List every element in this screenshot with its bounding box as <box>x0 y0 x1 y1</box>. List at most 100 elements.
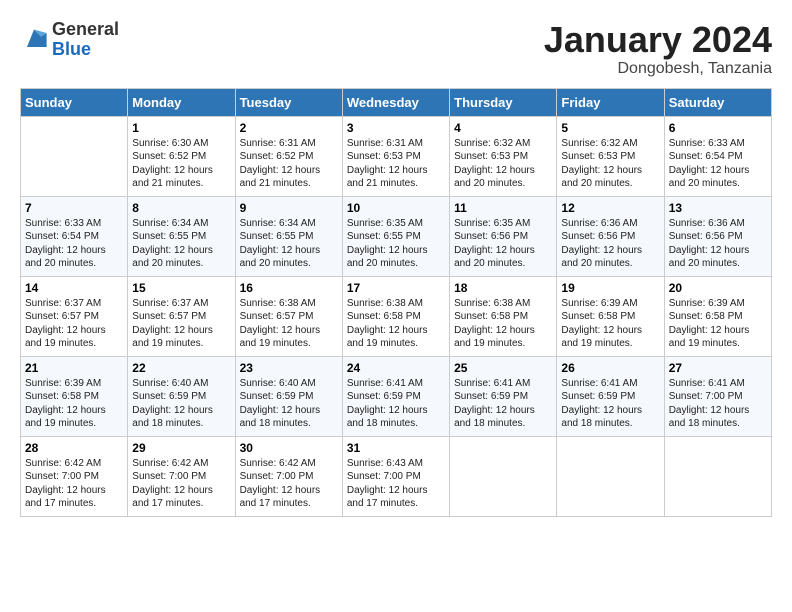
day-info: Sunrise: 6:41 AM Sunset: 6:59 PM Dayligh… <box>347 377 445 431</box>
day-number: 5 <box>561 121 659 135</box>
day-number: 10 <box>347 201 445 215</box>
header-day-monday: Monday <box>128 88 235 116</box>
week-row-3: 14Sunrise: 6:37 AM Sunset: 6:57 PM Dayli… <box>21 276 772 356</box>
day-info: Sunrise: 6:33 AM Sunset: 6:54 PM Dayligh… <box>669 137 767 191</box>
calendar-cell <box>450 436 557 516</box>
day-info: Sunrise: 6:34 AM Sunset: 6:55 PM Dayligh… <box>132 217 230 271</box>
day-info: Sunrise: 6:31 AM Sunset: 6:52 PM Dayligh… <box>240 137 338 191</box>
calendar-cell: 28Sunrise: 6:42 AM Sunset: 7:00 PM Dayli… <box>21 436 128 516</box>
day-number: 31 <box>347 441 445 455</box>
day-info: Sunrise: 6:40 AM Sunset: 6:59 PM Dayligh… <box>240 377 338 431</box>
week-row-4: 21 Sunrise: 6:39 AM Sunset: 6:58 PM Dayli… <box>21 356 772 436</box>
calendar-cell: 19 Sunrise: 6:39 AM Sunset: 6:58 PM Dayli… <box>557 276 664 356</box>
day-info: Sunrise: 6:42 AM Sunset: 7:00 PM Dayligh… <box>132 457 230 511</box>
calendar-cell: 25Sunrise: 6:41 AM Sunset: 6:59 PM Dayli… <box>450 356 557 436</box>
day-info: Sunrise: 6:34 AM Sunset: 6:55 PM Dayligh… <box>240 217 338 271</box>
day-info: Sunrise: 6:40 AM Sunset: 6:59 PM Dayligh… <box>132 377 230 431</box>
calendar-body: 1 Sunrise: 6:30 AM Sunset: 6:52 PM Daylig… <box>21 116 772 516</box>
day-info: Sunrise: 6:36 AM Sunset: 6:56 PM Dayligh… <box>561 217 659 271</box>
day-number: 7 <box>25 201 123 215</box>
day-number: 20 <box>669 281 767 295</box>
calendar-cell: 22 Sunrise: 6:40 AM Sunset: 6:59 PM Dayli… <box>128 356 235 436</box>
calendar-cell: 14Sunrise: 6:37 AM Sunset: 6:57 PM Dayli… <box>21 276 128 356</box>
header-row: SundayMondayTuesdayWednesdayThursdayFrid… <box>21 88 772 116</box>
calendar-cell: 9 Sunrise: 6:34 AM Sunset: 6:55 PM Daylig… <box>235 196 342 276</box>
day-number: 21 <box>25 361 123 375</box>
calendar-cell: 4 Sunrise: 6:32 AM Sunset: 6:53 PM Daylig… <box>450 116 557 196</box>
calendar-cell: 15 Sunrise: 6:37 AM Sunset: 6:57 PM Dayli… <box>128 276 235 356</box>
day-number: 19 <box>561 281 659 295</box>
day-number: 27 <box>669 361 767 375</box>
day-number: 29 <box>132 441 230 455</box>
header-day-wednesday: Wednesday <box>342 88 449 116</box>
day-number: 26 <box>561 361 659 375</box>
page-header: General Blue January 2024 Dongobesh, Tan… <box>20 20 772 78</box>
day-number: 6 <box>669 121 767 135</box>
calendar-cell: 1 Sunrise: 6:30 AM Sunset: 6:52 PM Daylig… <box>128 116 235 196</box>
calendar-cell: 26 Sunrise: 6:41 AM Sunset: 6:59 PM Dayli… <box>557 356 664 436</box>
logo-text: General Blue <box>52 20 119 60</box>
logo-icon <box>20 26 48 54</box>
day-number: 13 <box>669 201 767 215</box>
logo-blue: Blue <box>52 40 119 60</box>
day-number: 1 <box>132 121 230 135</box>
calendar-table: SundayMondayTuesdayWednesdayThursdayFrid… <box>20 88 772 517</box>
day-info: Sunrise: 6:39 AM Sunset: 6:58 PM Dayligh… <box>25 377 123 431</box>
day-number: 16 <box>240 281 338 295</box>
day-number: 28 <box>25 441 123 455</box>
calendar-cell: 31 Sunrise: 6:43 AM Sunset: 7:00 PM Dayli… <box>342 436 449 516</box>
logo-general: General <box>52 20 119 40</box>
calendar-cell: 21 Sunrise: 6:39 AM Sunset: 6:58 PM Dayli… <box>21 356 128 436</box>
day-info: Sunrise: 6:35 AM Sunset: 6:55 PM Dayligh… <box>347 217 445 271</box>
calendar-cell: 27Sunrise: 6:41 AM Sunset: 7:00 PM Dayli… <box>664 356 771 436</box>
calendar-header: SundayMondayTuesdayWednesdayThursdayFrid… <box>21 88 772 116</box>
day-number: 9 <box>240 201 338 215</box>
calendar-cell: 16 Sunrise: 6:38 AM Sunset: 6:57 PM Dayli… <box>235 276 342 356</box>
calendar-cell: 2Sunrise: 6:31 AM Sunset: 6:52 PM Daylig… <box>235 116 342 196</box>
day-number: 11 <box>454 201 552 215</box>
day-number: 8 <box>132 201 230 215</box>
day-info: Sunrise: 6:32 AM Sunset: 6:53 PM Dayligh… <box>454 137 552 191</box>
calendar-cell: 13 Sunrise: 6:36 AM Sunset: 6:56 PM Dayli… <box>664 196 771 276</box>
calendar-cell: 24 Sunrise: 6:41 AM Sunset: 6:59 PM Dayli… <box>342 356 449 436</box>
calendar-cell: 3 Sunrise: 6:31 AM Sunset: 6:53 PM Daylig… <box>342 116 449 196</box>
day-info: Sunrise: 6:42 AM Sunset: 7:00 PM Dayligh… <box>240 457 338 511</box>
day-number: 24 <box>347 361 445 375</box>
day-info: Sunrise: 6:38 AM Sunset: 6:57 PM Dayligh… <box>240 297 338 351</box>
calendar-cell: 11 Sunrise: 6:35 AM Sunset: 6:56 PM Dayli… <box>450 196 557 276</box>
day-info: Sunrise: 6:37 AM Sunset: 6:57 PM Dayligh… <box>132 297 230 351</box>
calendar-cell: 23 Sunrise: 6:40 AM Sunset: 6:59 PM Dayli… <box>235 356 342 436</box>
calendar-cell: 18 Sunrise: 6:38 AM Sunset: 6:58 PM Dayli… <box>450 276 557 356</box>
day-number: 25 <box>454 361 552 375</box>
calendar-cell <box>21 116 128 196</box>
title-area: January 2024 Dongobesh, Tanzania <box>544 20 772 78</box>
day-info: Sunrise: 6:39 AM Sunset: 6:58 PM Dayligh… <box>669 297 767 351</box>
location-subtitle: Dongobesh, Tanzania <box>544 60 772 78</box>
day-info: Sunrise: 6:38 AM Sunset: 6:58 PM Dayligh… <box>454 297 552 351</box>
day-number: 15 <box>132 281 230 295</box>
day-number: 4 <box>454 121 552 135</box>
calendar-cell: 6 Sunrise: 6:33 AM Sunset: 6:54 PM Daylig… <box>664 116 771 196</box>
day-info: Sunrise: 6:31 AM Sunset: 6:53 PM Dayligh… <box>347 137 445 191</box>
calendar-cell: 7 Sunrise: 6:33 AM Sunset: 6:54 PM Daylig… <box>21 196 128 276</box>
day-number: 22 <box>132 361 230 375</box>
calendar-cell: 30Sunrise: 6:42 AM Sunset: 7:00 PM Dayli… <box>235 436 342 516</box>
calendar-cell <box>664 436 771 516</box>
day-number: 3 <box>347 121 445 135</box>
day-info: Sunrise: 6:39 AM Sunset: 6:58 PM Dayligh… <box>561 297 659 351</box>
day-info: Sunrise: 6:30 AM Sunset: 6:52 PM Dayligh… <box>132 137 230 191</box>
day-info: Sunrise: 6:43 AM Sunset: 7:00 PM Dayligh… <box>347 457 445 511</box>
logo: General Blue <box>20 20 119 60</box>
week-row-5: 28 Sunrise: 6:42 AM Sunset: 7:00 PM Dayli… <box>21 436 772 516</box>
day-number: 18 <box>454 281 552 295</box>
day-info: Sunrise: 6:33 AM Sunset: 6:54 PM Dayligh… <box>25 217 123 271</box>
calendar-cell: 5 Sunrise: 6:32 AM Sunset: 6:53 PM Daylig… <box>557 116 664 196</box>
day-number: 17 <box>347 281 445 295</box>
day-info: Sunrise: 6:36 AM Sunset: 6:56 PM Dayligh… <box>669 217 767 271</box>
day-info: Sunrise: 6:41 AM Sunset: 6:59 PM Dayligh… <box>561 377 659 431</box>
day-info: Sunrise: 6:35 AM Sunset: 6:56 PM Dayligh… <box>454 217 552 271</box>
week-row-1: 1 Sunrise: 6:30 AM Sunset: 6:52 PM Daylig… <box>21 116 772 196</box>
day-info: Sunrise: 6:32 AM Sunset: 6:53 PM Dayligh… <box>561 137 659 191</box>
day-number: 23 <box>240 361 338 375</box>
day-number: 12 <box>561 201 659 215</box>
